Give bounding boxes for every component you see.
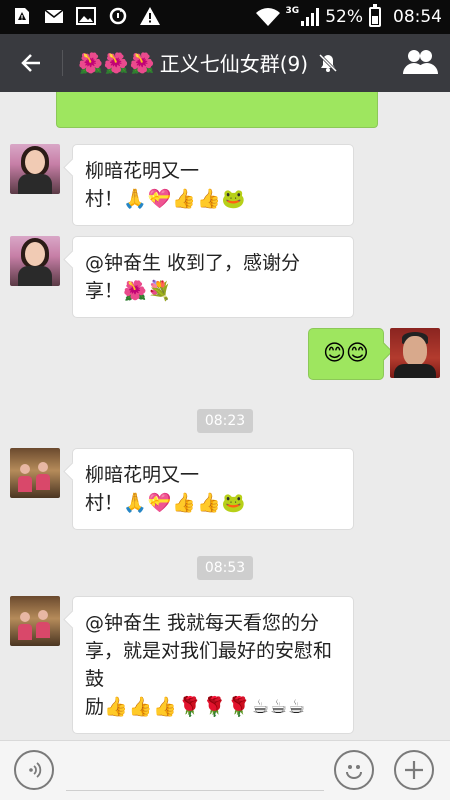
message-bubble[interactable]: @钟奋生 收到了，感谢分 享！🌺💐	[72, 236, 354, 318]
message-text: 柳暗花明又一	[85, 160, 200, 182]
header-divider	[62, 50, 63, 76]
wifi-icon	[255, 8, 280, 26]
notification-icons	[12, 6, 160, 26]
message-bubble[interactable]: @钟奋生 我就每天看您的分 享，就是对我们最好的安慰和 鼓 励👍👍👍🌹🌹🌹☕☕☕	[72, 596, 354, 734]
timestamp: 08:53	[197, 556, 253, 580]
message-list[interactable]: 柳暗花明又一 村！🙏💝👍👍🐸 @钟奋生 收到了，感谢分 享！🌺💐 😊😊 08:2…	[0, 92, 450, 740]
emoji-sequence: 🌺💐	[123, 280, 173, 302]
message-text: @钟奋生 收到了，感谢分	[85, 252, 301, 274]
voice-input-button[interactable]	[14, 750, 54, 790]
emoji-sequence: 🙏💝👍👍🐸	[123, 492, 247, 514]
back-arrow-icon	[21, 54, 40, 72]
back-button[interactable]	[14, 46, 48, 80]
warning-icon	[140, 7, 160, 25]
message-text: 享！	[85, 280, 124, 302]
message-text: 柳暗花明又一	[85, 464, 200, 486]
battery-percent: 52%	[325, 7, 363, 27]
emoji-sequence: 👍👍👍🌹🌹🌹☕☕☕	[104, 696, 307, 718]
message-text: 村！	[85, 492, 124, 514]
message-text: 鼓	[85, 668, 105, 690]
message-text: 励	[85, 696, 105, 718]
message-bubble[interactable]: 柳暗花明又一 村！🙏💝👍👍🐸	[72, 448, 354, 530]
smile-icon	[346, 765, 362, 779]
emoji-sequence: 🙏💝👍👍🐸	[123, 188, 247, 210]
mail-icon	[44, 9, 64, 23]
my-message-bubble[interactable]: 😊😊	[308, 328, 384, 380]
battery-icon	[369, 4, 381, 27]
timestamp: 08:23	[197, 409, 253, 433]
mute-bell-icon	[319, 53, 338, 72]
input-bar	[0, 740, 450, 800]
previous-my-message-bubble[interactable]	[56, 92, 378, 128]
voice-icon	[29, 762, 42, 778]
message-text: @钟奋生 我就每天看您的分	[85, 612, 320, 634]
my-avatar[interactable]	[390, 328, 440, 378]
message-text: 村！	[85, 188, 124, 210]
plus-icon	[405, 761, 423, 779]
emoji-button[interactable]	[334, 750, 374, 790]
status-right: 3G 52% 08:54	[255, 0, 442, 34]
more-options-button[interactable]	[394, 750, 434, 790]
message-bubble[interactable]: 柳暗花明又一 村！🙏💝👍👍🐸	[72, 144, 354, 226]
title-flower-emoji: 🌺🌺🌺	[78, 50, 156, 75]
group-name: 正义七仙女群(9)	[159, 52, 309, 76]
avatar[interactable]	[10, 596, 60, 646]
message-input[interactable]	[66, 790, 324, 791]
chat-title[interactable]: 🌺🌺🌺 正义七仙女群(9)	[78, 48, 338, 77]
clock: 08:54	[393, 7, 442, 27]
group-contacts-icon[interactable]	[402, 46, 438, 80]
image-icon	[76, 7, 96, 25]
network-type-label: 3G	[285, 6, 300, 16]
warning-sd-icon	[15, 8, 29, 24]
sync-icon	[109, 7, 127, 25]
emoji-sequence: 😊😊	[323, 341, 369, 366]
chat-header: 🌺🌺🌺 正义七仙女群(9)	[0, 34, 450, 92]
avatar[interactable]	[10, 144, 60, 194]
avatar[interactable]	[10, 448, 60, 498]
signal-icon	[301, 8, 320, 26]
status-bar: 3G 52% 08:54	[0, 0, 450, 34]
message-text: 享，就是对我们最好的安慰和	[85, 640, 333, 662]
avatar[interactable]	[10, 236, 60, 286]
